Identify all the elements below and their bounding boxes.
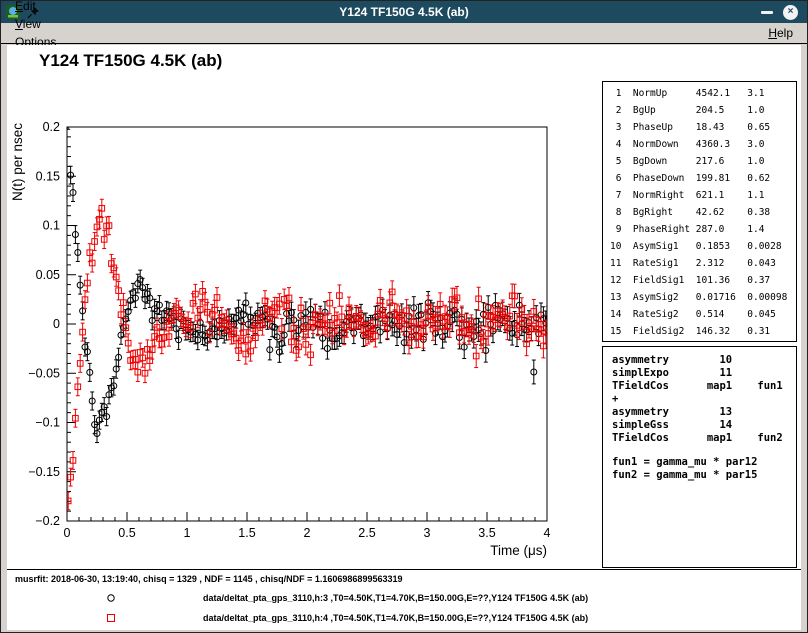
fit-status-line: musrfit: 2018-06-30, 13:19:40, chisq = 1…: [15, 574, 402, 584]
svg-text:−0.05: −0.05: [28, 366, 60, 380]
svg-text:0: 0: [53, 317, 60, 331]
svg-text:0.1: 0.1: [43, 219, 60, 233]
svg-text:0.05: 0.05: [36, 268, 60, 282]
window-title: Y124 TF150G 4.5K (ab): [339, 5, 468, 19]
series-2-points: [65, 199, 551, 510]
legend-item-1: data/deltat_pta_gps_3110,h:3 ,T0=4.50K,T…: [105, 592, 588, 604]
open-circle-marker-icon: [105, 592, 117, 604]
svg-text:0.5: 0.5: [118, 526, 135, 540]
svg-text:−0.15: −0.15: [28, 465, 60, 479]
menu-view[interactable]: View: [7, 15, 64, 33]
svg-text:3: 3: [424, 526, 431, 540]
menu-help[interactable]: Help: [760, 24, 801, 42]
plot-canvas[interactable]: 0 0.5 1 1.5 2 2.5 3 3.5 4 −0.2 −0.15 −0.1 −0.05 0 0.05…: [7, 109, 587, 561]
theory-panel: asymmetry 10 simplExpo 11 TFieldCos map1…: [602, 346, 797, 568]
y-axis-title: N(t) per nsec: [10, 123, 25, 201]
legend-label-2: data/deltat_pta_gps_3110,h:4 ,T0=4.50K,T…: [203, 613, 588, 623]
svg-text:1.5: 1.5: [238, 526, 255, 540]
svg-text:0: 0: [64, 526, 71, 540]
svg-text:0.2: 0.2: [43, 120, 60, 134]
open-square-marker-icon: [105, 612, 117, 624]
legend-item-2: data/deltat_pta_gps_3110,h:4 ,T0=4.50K,T…: [105, 612, 588, 624]
window-controls: ×: [761, 5, 798, 20]
titlebar[interactable]: Y124 TF150G 4.5K (ab) ×: [1, 1, 807, 23]
parameter-table: 1 NormUp 4542.1 3.1 2 BgUp 204.5 1.0 3 P…: [603, 82, 796, 342]
menubar: FileEditViewOptionsToolsMusrfit Help: [1, 23, 807, 44]
info-panel: musrfit: 2018-06-30, 13:19:40, chisq = 1…: [7, 569, 801, 630]
svg-text:0.15: 0.15: [36, 169, 60, 183]
svg-text:2: 2: [304, 526, 311, 540]
svg-text:4: 4: [544, 526, 551, 540]
theory-block: asymmetry 10 simplExpo 11 TFieldCos map1…: [603, 347, 796, 445]
close-button[interactable]: ×: [783, 5, 798, 20]
canvas-area: Y124 TF150G 4.5K (ab) 0 0.5 1 1.5 2 2.5 3 3.5 4 −…: [7, 45, 801, 627]
parameter-panel: 1 NormUp 4542.1 3.1 2 BgUp 204.5 1.0 3 P…: [602, 81, 797, 342]
x-axis-title: Time (μs): [490, 543, 547, 558]
function-block: fun1 = gamma_mu * par12 fun2 = gamma_mu …: [603, 456, 796, 482]
plot-title: Y124 TF150G 4.5K (ab): [39, 51, 222, 71]
legend-label-1: data/deltat_pta_gps_3110,h:3 ,T0=4.50K,T…: [203, 593, 588, 603]
svg-text:3.5: 3.5: [478, 526, 495, 540]
svg-text:1: 1: [184, 526, 191, 540]
svg-text:2.5: 2.5: [358, 526, 375, 540]
svg-text:−0.2: −0.2: [35, 514, 60, 528]
menu-right: Help: [760, 24, 801, 42]
series-1-points: [65, 112, 551, 443]
svg-text:−0.1: −0.1: [35, 416, 60, 430]
menu-edit[interactable]: Edit: [7, 0, 64, 15]
app-window: Y124 TF150G 4.5K (ab) × FileEditViewOpti…: [0, 0, 808, 633]
minimize-button[interactable]: [761, 11, 773, 14]
